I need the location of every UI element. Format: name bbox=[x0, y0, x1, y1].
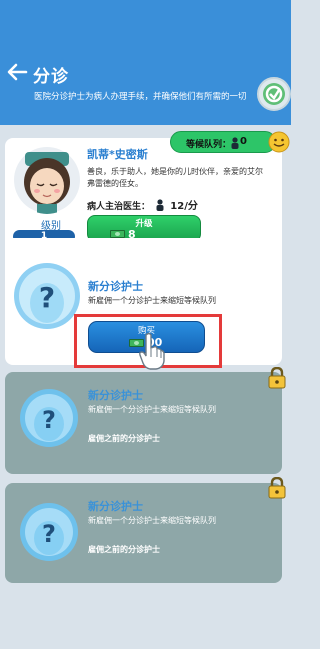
smiley-icon bbox=[268, 131, 290, 153]
locked-card-requirement: 雇佣之前的分诊护士 bbox=[88, 545, 160, 554]
queue-value: 0 bbox=[240, 136, 247, 147]
locked-nurse-card-2: ? 新分诊护士 新雇佣一个分诊护士来缩短等候队列 雇佣之前的分诊护士 bbox=[5, 483, 282, 583]
nurse-description-line-1: 善良，乐于助人，她是你的儿时伙伴，亲爱的艾尔 bbox=[87, 167, 263, 176]
page-description: 医院分诊护士为病人办理手续，并确保他们有所需的一切 bbox=[34, 92, 247, 102]
locked-card-title: 新分诊护士 bbox=[88, 389, 143, 402]
locked-card-description: 新雇佣一个分诊护士来缩短等候队列 bbox=[88, 516, 216, 525]
department-badge-icon[interactable] bbox=[257, 77, 291, 111]
svg-text:?: ? bbox=[39, 281, 55, 314]
hire-card-description: 新雇佣一个分诊护士来缩短等候队列 bbox=[88, 296, 216, 305]
unknown-nurse-portrait: ? bbox=[19, 388, 79, 448]
page-title: 分诊 bbox=[33, 67, 69, 87]
nurse-portrait bbox=[13, 142, 81, 214]
person-icon bbox=[231, 137, 239, 149]
svg-text:?: ? bbox=[42, 406, 56, 434]
doctor-rate-row: 病人主治医生： 12/分 bbox=[87, 197, 198, 212]
back-arrow-icon[interactable] bbox=[6, 61, 28, 83]
cash-icon bbox=[110, 230, 125, 238]
doctor-rate: 12/分 bbox=[170, 201, 198, 212]
queue-indicator: 等候队列： 0 bbox=[170, 131, 276, 153]
queue-label: 等候队列： bbox=[186, 140, 232, 150]
locked-card-requirement: 雇佣之前的分诊护士 bbox=[88, 434, 160, 443]
nurse-description-line-2: 弗雷德的侄女。 bbox=[87, 179, 143, 188]
doctor-label: 病人主治医生： bbox=[87, 202, 151, 212]
unknown-nurse-portrait: ? bbox=[19, 502, 79, 562]
lock-icon bbox=[268, 477, 286, 499]
unknown-nurse-portrait: ? bbox=[13, 261, 81, 331]
person-icon bbox=[156, 199, 164, 211]
upgrade-label: 升级 bbox=[135, 219, 153, 229]
locked-card-description: 新雇佣一个分诊护士来缩短等候队列 bbox=[88, 405, 216, 414]
lock-icon bbox=[268, 367, 286, 389]
pointer-hand-icon bbox=[139, 332, 165, 370]
locked-card-title: 新分诊护士 bbox=[88, 500, 143, 513]
svg-text:?: ? bbox=[42, 520, 56, 548]
locked-nurse-card-1: ? 新分诊护士 新雇佣一个分诊护士来缩短等候队列 雇佣之前的分诊护士 bbox=[5, 372, 282, 474]
nurse-name: 凯蒂*史密斯 bbox=[87, 148, 148, 161]
hire-card-title: 新分诊护士 bbox=[88, 280, 143, 293]
